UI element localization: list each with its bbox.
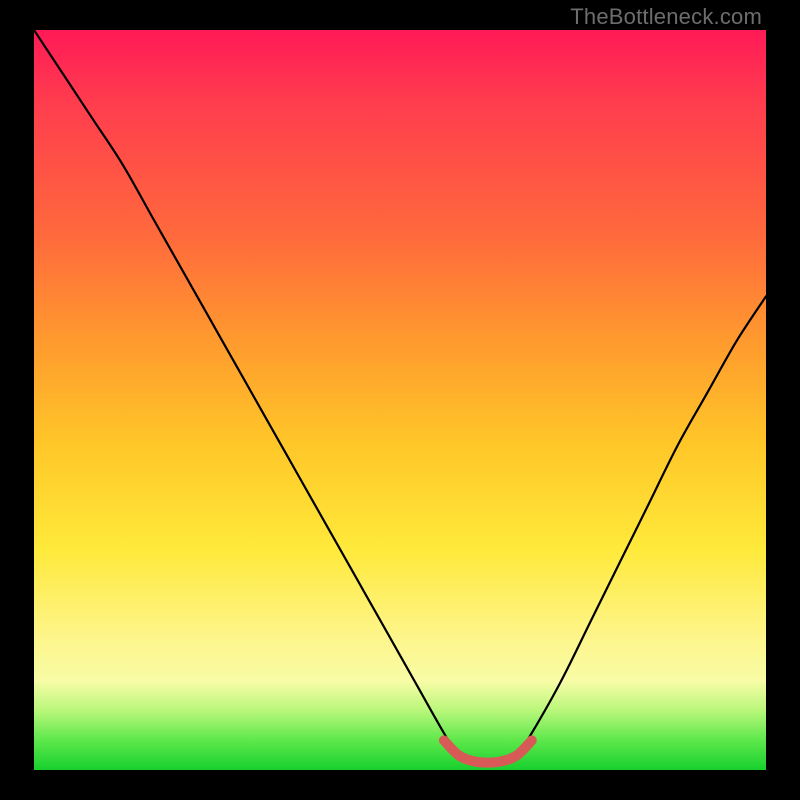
flat-highlight bbox=[444, 740, 532, 762]
curve-svg bbox=[34, 30, 766, 770]
bottleneck-curve bbox=[34, 30, 766, 763]
chart-frame: TheBottleneck.com bbox=[0, 0, 800, 800]
watermark-text: TheBottleneck.com bbox=[570, 4, 762, 30]
plot-area bbox=[34, 30, 766, 770]
